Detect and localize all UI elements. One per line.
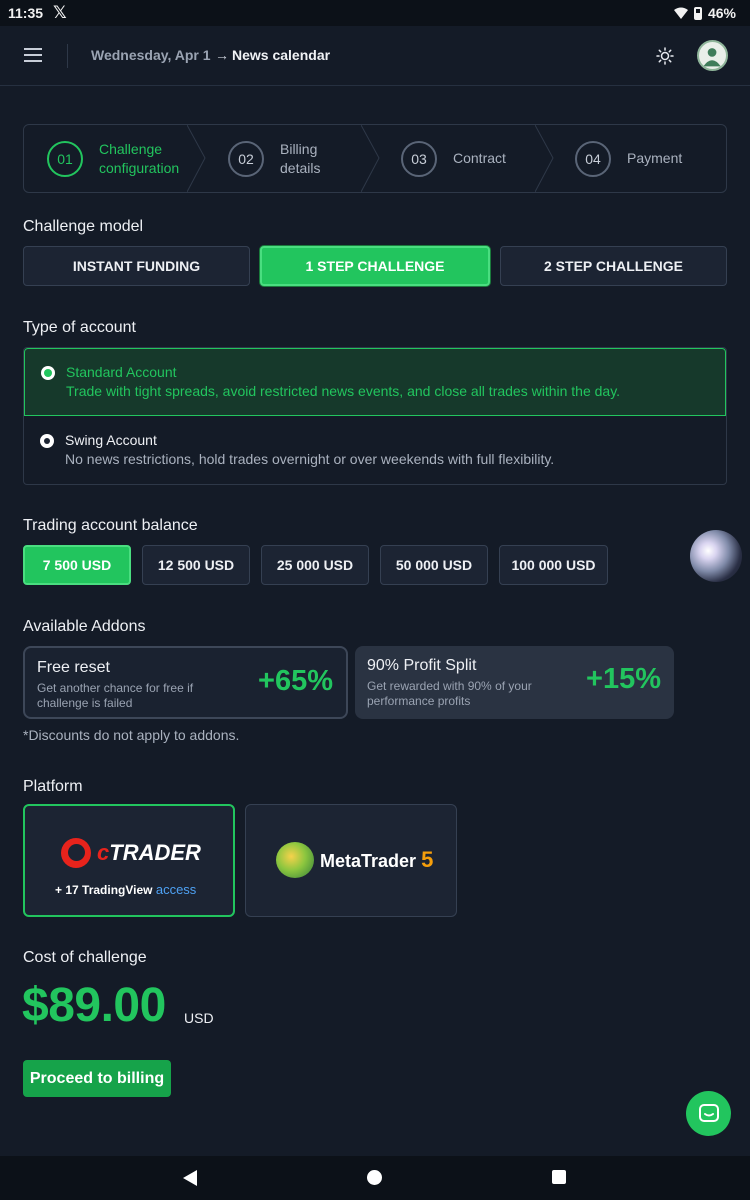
ctrader-logo-icon [61, 838, 91, 868]
back-triangle-icon[interactable] [182, 1169, 198, 1187]
account-type-group: Standard Account Trade with tight spread… [23, 347, 727, 485]
home-circle-icon[interactable] [367, 1170, 382, 1185]
step-contract[interactable]: 03 Contract [401, 125, 506, 192]
balance-option-100000[interactable]: 100 000 USD [499, 545, 608, 585]
radio-selected[interactable] [41, 366, 55, 380]
addons-heading: Available Addons [23, 618, 146, 635]
battery-icon [693, 6, 702, 20]
addons-note: *Discounts do not apply to addons. [23, 727, 240, 743]
ctrader-logo: cTRADER [61, 838, 201, 868]
platform-heading: Platform [23, 778, 83, 795]
addon-profit-split[interactable]: 90% Profit Split Get rewarded with 90% o… [355, 646, 674, 719]
step-separator-chevron [187, 125, 206, 192]
addon-title: 90% Profit Split [367, 657, 477, 674]
recent-apps-square-icon[interactable] [552, 1170, 566, 1184]
radio-unselected[interactable] [40, 434, 54, 448]
addon-percent: +65% [258, 665, 333, 697]
x-app-icon: 𝕏 [53, 3, 67, 22]
ctrader-platform-card[interactable]: cTRADER + 17 TradingView access [23, 804, 235, 917]
cost-heading: Cost of challenge [23, 949, 147, 966]
system-navigation-bar [0, 1156, 750, 1200]
chat-bubble-icon [698, 1103, 719, 1122]
floating-assistant-orb[interactable] [690, 530, 742, 582]
chat-support-button[interactable] [686, 1091, 731, 1136]
addon-free-reset[interactable]: Free reset Get another chance for free i… [23, 646, 348, 719]
balance-option-7500[interactable]: 7 500 USD [23, 545, 131, 585]
swing-account-option[interactable]: Swing Account No news restrictions, hold… [24, 417, 726, 484]
step-number: 02 [228, 140, 264, 177]
header-date: Wednesday, Apr 1 [91, 47, 211, 63]
option-description: Trade with tight spreads, avoid restrict… [66, 383, 621, 399]
two-step-challenge-button[interactable]: 2 STEP CHALLENGE [500, 246, 727, 286]
header-divider [67, 44, 68, 68]
addon-title: Free reset [37, 659, 110, 676]
instant-funding-button[interactable]: INSTANT FUNDING [23, 246, 250, 286]
step-label: Contract [453, 150, 506, 166]
step-number: 01 [47, 140, 83, 177]
metatrader-name: MetaTrader [320, 851, 417, 871]
sun-theme-toggle-icon[interactable] [656, 47, 674, 65]
tradingview-access: access [155, 882, 197, 897]
hamburger-menu-icon[interactable] [24, 48, 42, 62]
status-time: 11:35 [8, 5, 44, 21]
step-label-2: configuration [99, 159, 180, 176]
price-currency: USD [184, 1010, 214, 1026]
balance-option-50000[interactable]: 50 000 USD [380, 545, 488, 585]
wifi-icon [673, 7, 688, 19]
metatrader-logo: MetaTrader 5 [276, 842, 433, 878]
tv-prefix: + [55, 883, 66, 897]
step-payment[interactable]: 04 Payment [575, 125, 682, 192]
step-label: Challenge [99, 140, 163, 157]
step-label-2: details [280, 159, 321, 176]
step-number: 04 [575, 140, 611, 177]
step-separator-chevron [535, 125, 554, 192]
user-avatar[interactable] [697, 40, 728, 71]
standard-account-option[interactable]: Standard Account Trade with tight spread… [24, 348, 726, 416]
addon-description: Get another chance for free if challenge… [37, 681, 194, 710]
proceed-to-billing-button[interactable]: Proceed to billing [23, 1060, 171, 1097]
account-type-heading: Type of account [23, 319, 136, 336]
option-title: Swing Account [65, 432, 157, 448]
step-billing-details[interactable]: 02 Billing details [228, 125, 320, 192]
step-challenge-configuration[interactable]: 01 Challenge configuration [47, 125, 179, 192]
tradingview-logo-icon: 17 [65, 883, 83, 897]
metatrader5-platform-card[interactable]: MetaTrader 5 [245, 804, 457, 917]
arrow-right-icon: → [215, 47, 229, 63]
addon-description: Get rewarded with 90% of your performanc… [367, 679, 532, 708]
option-description: No news restrictions, hold trades overni… [65, 451, 555, 467]
step-label: Billing [280, 140, 318, 157]
news-calendar-link[interactable]: News calendar [232, 47, 330, 63]
balance-heading: Trading account balance [23, 517, 198, 534]
balance-option-25000[interactable]: 25 000 USD [261, 545, 369, 585]
metatrader-version: 5 [421, 847, 434, 872]
top-header: Wednesday, Apr 1 → News calendar [0, 26, 750, 86]
tradingview-access-line: + 17 TradingView access [55, 882, 196, 897]
addon-percent: +15% [586, 663, 661, 695]
challenge-price: $89.00 [22, 979, 166, 1032]
metatrader-globe-icon [276, 842, 314, 878]
challenge-model-heading: Challenge model [23, 218, 144, 235]
step-label: Payment [627, 150, 683, 166]
step-number: 03 [401, 140, 437, 177]
checkout-stepper: 01 Challenge configuration 02 Billing deta… [23, 124, 727, 193]
balance-option-12500[interactable]: 12 500 USD [142, 545, 250, 585]
one-step-challenge-button[interactable]: 1 STEP CHALLENGE [260, 246, 490, 286]
tradingview-name: TradingView [82, 883, 153, 897]
status-bar: 11:35 𝕏 46% [0, 0, 750, 26]
ctrader-logo-c: c [97, 840, 110, 865]
step-separator-chevron [361, 125, 380, 192]
ctrader-logo-text: TRADER [109, 840, 201, 865]
option-title: Standard Account [66, 364, 177, 380]
battery-level: 46% [707, 5, 736, 21]
